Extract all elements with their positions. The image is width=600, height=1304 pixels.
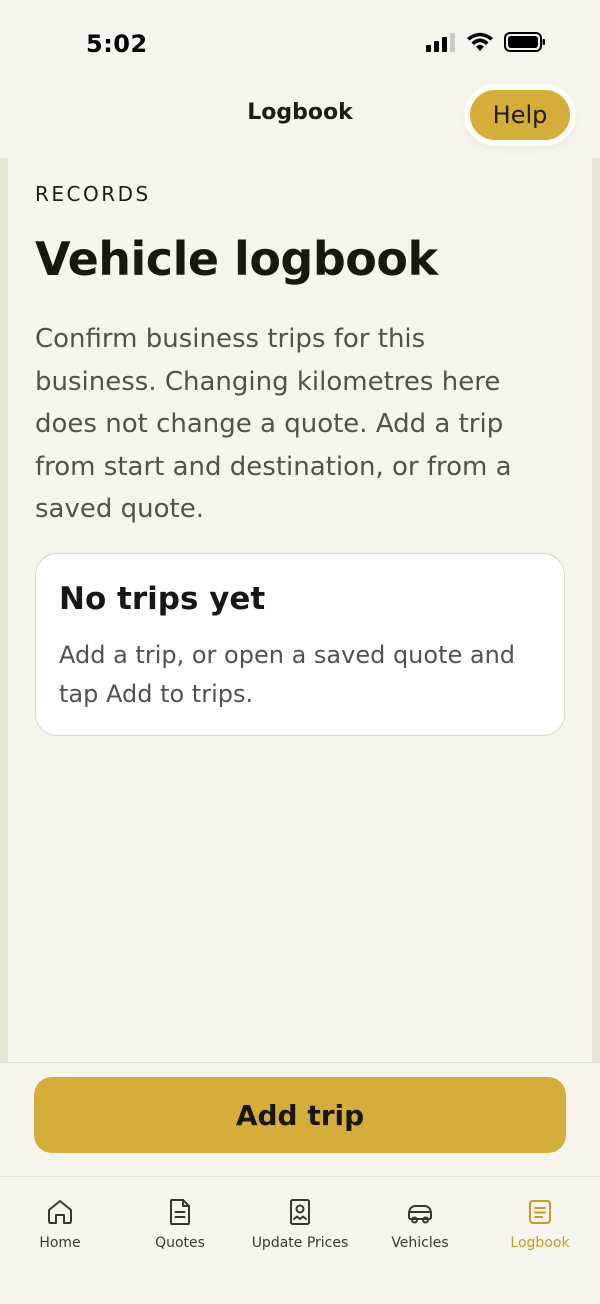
tab-logbook[interactable]: Logbook xyxy=(480,1197,600,1257)
tab-home-label: Home xyxy=(39,1235,81,1251)
help-button[interactable]: Help xyxy=(470,90,570,140)
section-eyebrow: RECORDS xyxy=(35,182,151,206)
page-title: Vehicle logbook xyxy=(35,232,438,286)
empty-state-card: No trips yet Add a trip, or open a saved… xyxy=(35,553,565,736)
tab-vehicles-label: Vehicles xyxy=(391,1235,449,1251)
tab-bar: Home Quotes Update Prices Vehicles Logbo… xyxy=(0,1176,600,1304)
car-icon xyxy=(408,1205,432,1224)
tab-update-prices[interactable]: Update Prices xyxy=(240,1197,360,1257)
tab-update-prices-label: Update Prices xyxy=(251,1235,349,1251)
action-bar: Add trip xyxy=(0,1062,600,1176)
navigation-header: Logbook Help xyxy=(0,88,600,158)
add-trip-button[interactable]: Add trip xyxy=(34,1077,566,1153)
tab-vehicles[interactable]: Vehicles xyxy=(360,1197,480,1257)
home-icon xyxy=(48,1200,72,1224)
tab-logbook-label: Logbook xyxy=(510,1235,570,1251)
wifi-icon xyxy=(467,32,493,51)
tab-quotes-label: Quotes xyxy=(155,1235,205,1251)
status-bar: 5:02 xyxy=(0,0,600,88)
document-icon xyxy=(170,1199,190,1225)
status-time: 5:02 xyxy=(86,30,148,58)
tab-quotes[interactable]: Quotes xyxy=(120,1197,240,1257)
tab-home[interactable]: Home xyxy=(0,1197,120,1257)
screen: 5:02 Logbook Help RECORDS Vehicle logboo… xyxy=(0,0,600,1304)
cellular-signal-icon xyxy=(426,33,455,52)
receipt-icon xyxy=(290,1199,310,1225)
logbook-icon xyxy=(529,1200,551,1224)
page-description: Confirm business trips for this business… xyxy=(35,324,512,524)
main-content[interactable]: RECORDS Vehicle logbook Confirm business… xyxy=(0,158,600,1062)
status-icons xyxy=(426,32,546,52)
battery-icon xyxy=(504,32,545,52)
empty-state-body: Add a trip, or open a saved quote and ta… xyxy=(59,641,516,708)
empty-state-title: No trips yet xyxy=(59,581,266,617)
